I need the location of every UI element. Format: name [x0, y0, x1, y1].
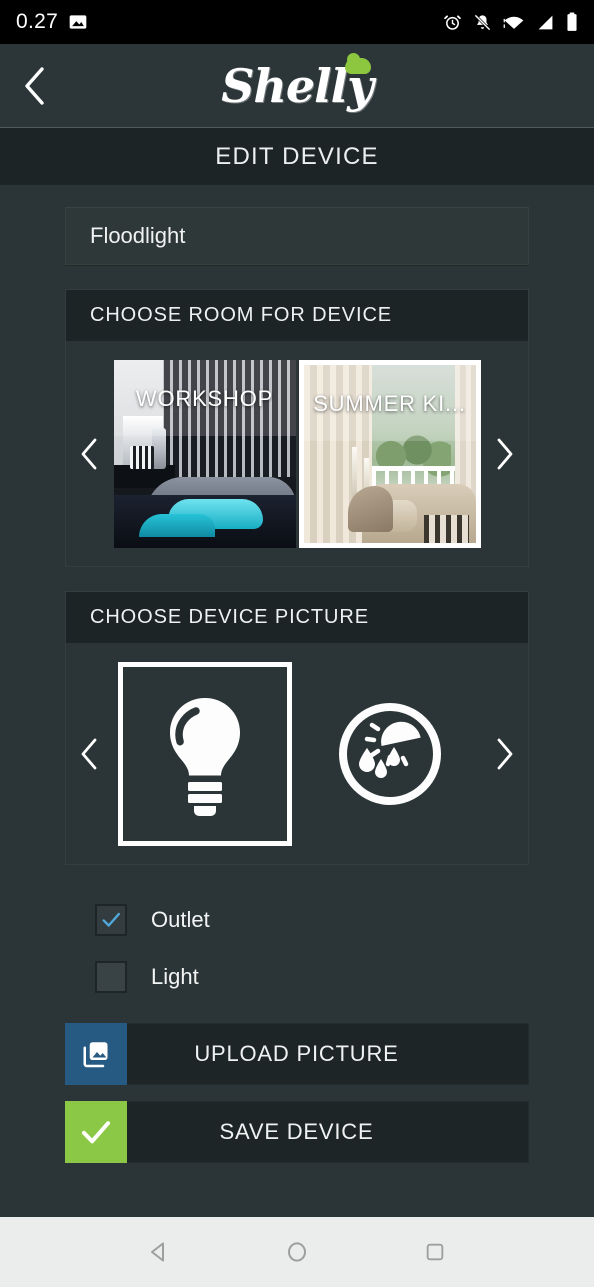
- room-thumb-label: SUMMER KI...: [313, 391, 466, 416]
- choose-picture-header: CHOOSE DEVICE PICTURE: [66, 592, 528, 644]
- image-icon: [69, 15, 87, 29]
- notifications-off-icon: [474, 13, 491, 31]
- choose-room-heading: CHOOSE ROOM FOR DEVICE: [90, 304, 393, 326]
- cloud-icon: [344, 52, 371, 74]
- check-icon: [102, 912, 120, 927]
- status-bar: 0.27: [0, 0, 594, 44]
- device-type-outlet-row[interactable]: Outlet: [95, 891, 594, 948]
- cellular-signal-icon: [538, 15, 553, 29]
- upload-picture-label: UPLOAD PICTURE: [194, 1041, 399, 1066]
- room-carousel: WORKSHOP SUMMER KI...: [66, 342, 528, 566]
- room-carousel-items: WORKSHOP SUMMER KI...: [112, 360, 482, 548]
- choose-picture-heading: CHOOSE DEVICE PICTURE: [90, 606, 369, 628]
- device-type-group: Outlet Light: [0, 891, 594, 1005]
- save-device-label: SAVE DEVICE: [219, 1119, 374, 1144]
- weather-sun-rain-icon: [338, 703, 441, 805]
- picture-carousel: [66, 644, 528, 864]
- light-bulb-icon: [169, 698, 240, 816]
- device-name-panel: Floodlight: [65, 207, 529, 265]
- choose-room-header: CHOOSE ROOM FOR DEVICE: [66, 290, 528, 342]
- room-thumb-summer-kitchen[interactable]: SUMMER KI...: [298, 360, 481, 548]
- android-recents-button[interactable]: [405, 1222, 465, 1282]
- device-picture-weather[interactable]: [303, 662, 477, 846]
- outlet-label: Outlet: [151, 906, 210, 932]
- chevron-left-icon: [81, 438, 97, 470]
- save-device-swatch: [65, 1101, 127, 1163]
- device-name-input[interactable]: Floodlight: [66, 208, 528, 264]
- device-name-value: Floodlight: [90, 223, 186, 248]
- phone-screen: 0.27 Shelly EDIT DEVICE Floodlight CHOOS…: [0, 0, 594, 1287]
- brand-text: Shelly: [221, 58, 374, 113]
- upload-picture-button[interactable]: UPLOAD PICTURE: [65, 1023, 529, 1085]
- choose-room-section: CHOOSE ROOM FOR DEVICE WORKSHOP SUMMER K…: [65, 289, 529, 567]
- room-thumb-workshop[interactable]: WORKSHOP: [113, 360, 296, 548]
- action-buttons: UPLOAD PICTURE SAVE DEVICE: [65, 1023, 529, 1163]
- picture-carousel-prev[interactable]: [66, 737, 112, 771]
- chevron-left-icon: [25, 66, 44, 105]
- square-recents-icon: [426, 1243, 444, 1261]
- chevron-left-icon: [81, 738, 97, 770]
- battery-icon: [567, 12, 577, 31]
- wifi-icon: [503, 16, 524, 29]
- light-label: Light: [151, 963, 199, 989]
- save-device-button[interactable]: SAVE DEVICE: [65, 1101, 529, 1163]
- page-title: EDIT DEVICE: [215, 142, 379, 170]
- chevron-right-icon: [497, 738, 513, 770]
- room-carousel-prev[interactable]: [66, 437, 112, 471]
- choose-picture-section: CHOOSE DEVICE PICTURE: [65, 591, 529, 865]
- light-checkbox[interactable]: [95, 960, 127, 993]
- alarm-icon: [444, 14, 461, 30]
- room-thumb-label: WORKSHOP: [135, 386, 274, 411]
- photo-library-icon: [83, 1042, 108, 1068]
- status-bar-left: 0.27: [16, 10, 88, 34]
- status-clock: 0.27: [16, 10, 59, 33]
- android-home-button[interactable]: [267, 1222, 327, 1282]
- room-carousel-next[interactable]: [482, 437, 528, 471]
- device-type-light-row[interactable]: Light: [95, 948, 594, 1005]
- picture-carousel-next[interactable]: [482, 737, 528, 771]
- page-title-bar: EDIT DEVICE: [0, 128, 594, 185]
- app-bar: Shelly: [0, 44, 594, 128]
- android-back-button[interactable]: [129, 1222, 189, 1282]
- back-button[interactable]: [0, 44, 70, 128]
- chevron-right-icon: [497, 438, 513, 470]
- upload-picture-swatch: [65, 1023, 127, 1085]
- page-content: Floodlight CHOOSE ROOM FOR DEVICE WORKSH…: [0, 185, 594, 1163]
- status-bar-right: [443, 12, 578, 32]
- check-icon: [81, 1121, 111, 1144]
- android-nav-bar: [0, 1217, 594, 1287]
- circle-home-icon: [288, 1242, 306, 1262]
- outlet-checkbox[interactable]: [95, 903, 127, 936]
- triangle-back-icon: [151, 1242, 164, 1262]
- device-picture-bulb[interactable]: [117, 662, 292, 846]
- picture-carousel-items: [112, 662, 482, 846]
- brand-logo: Shelly: [0, 52, 594, 109]
